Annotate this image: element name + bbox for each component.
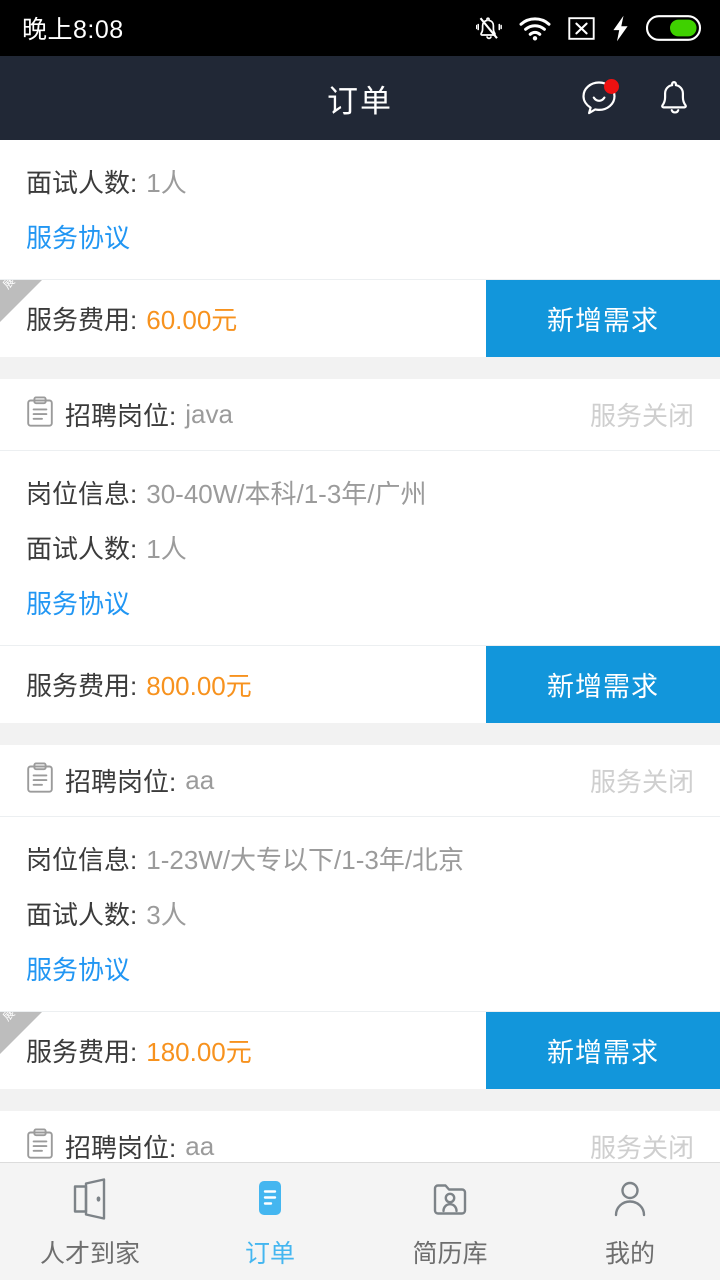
fee-value: 180.00元 [146,1037,252,1067]
position-value: aa [185,765,215,795]
app-header: 订单 [0,56,720,140]
fee-label: 服务费用: [26,305,138,335]
job-info-label: 岗位信息: [26,479,138,509]
fee-value: 60.00元 [146,305,238,335]
section-gap [0,723,720,745]
chat-badge-dot [604,79,619,94]
status-icon-group [476,14,702,42]
section-gap [0,357,720,379]
fee-display: 服务费用: 60.00元 [0,280,486,357]
interview-count-value: 1人 [146,168,187,198]
fee-bar: 展 服务费用: 180.00元 新增需求 [0,1011,720,1089]
position-label: 招聘岗位: [65,401,177,431]
tab-label: 订单 [244,1239,295,1268]
tab-orders[interactable]: 订单 [180,1163,360,1280]
interview-count-row: 面试人数: 1人 [26,520,694,575]
fee-bar: 服务费用: 800.00元 新增需求 [0,645,720,723]
order-header-row[interactable]: 招聘岗位: java 服务关闭 [0,379,720,451]
tab-talent-home[interactable]: 人才到家 [0,1163,180,1280]
bottom-tab-bar: 人才到家 订单 简历库 我的 [0,1162,720,1280]
bell-icon[interactable] [654,77,696,119]
service-agreement-link[interactable]: 服务协议 [26,575,130,635]
interview-count-row: 面试人数: 3人 [26,886,694,941]
order-card: 招聘岗位: aa 服务关闭 岗位信息: 1-23W/大专以下/1-3年/北京 面… [0,745,720,1089]
tab-label: 我的 [604,1239,655,1268]
position-label: 招聘岗位: [65,1133,177,1162]
clipboard-icon [26,396,54,433]
job-info-row: 岗位信息: 30-40W/本科/1-3年/广州 [26,465,694,520]
tab-mine[interactable]: 我的 [540,1163,720,1280]
order-info-block: 岗位信息: 1-23W/大专以下/1-3年/北京 面试人数: 3人 服务协议 [0,817,720,1011]
smiley-chat-icon[interactable] [578,77,620,119]
position-value: java [185,399,233,429]
interview-count-value: 3人 [146,900,187,930]
add-requirement-button[interactable]: 新增需求 [486,646,720,723]
fee-value: 800.00元 [146,671,252,701]
position-label: 招聘岗位: [65,767,177,797]
add-requirement-button[interactable]: 新增需求 [486,1012,720,1089]
order-card: 招聘岗位: java 服务关闭 岗位信息: 30-40W/本科/1-3年/广州 … [0,379,720,723]
order-header-row[interactable]: 招聘岗位: aa 服务关闭 [0,745,720,817]
header-actions [578,77,696,119]
service-agreement-link[interactable]: 服务协议 [26,209,130,269]
order-info-block: 面试人数: 1人 服务协议 [0,140,720,279]
position-value: aa [185,1131,215,1161]
service-agreement-link[interactable]: 服务协议 [26,941,130,1001]
fee-display: 服务费用: 180.00元 [0,1012,486,1089]
section-gap [0,1089,720,1111]
person-icon [606,1174,654,1224]
order-info-block: 岗位信息: 30-40W/本科/1-3年/广州 面试人数: 1人 服务协议 [0,451,720,645]
fee-label: 服务费用: [26,671,138,701]
battery-icon [646,15,702,41]
order-header-row[interactable]: 招聘岗位: aa 服务关闭 [0,1111,720,1162]
resume-folder-icon [426,1174,474,1224]
app-root: 晚上8:08 订单 面试人数: 1人 服务协议 展 服务费用: 60.00元 新… [0,0,720,1280]
order-list[interactable]: 面试人数: 1人 服务协议 展 服务费用: 60.00元 新增需求 招聘岗位: … [0,140,720,1162]
status-time: 晚上8:08 [22,16,124,44]
status-bar: 晚上8:08 [0,0,720,56]
service-status: 服务关闭 [589,401,694,431]
sim-x-icon [568,16,595,41]
clipboard-icon [26,1128,54,1162]
interview-count-row: 面试人数: 1人 [26,154,694,209]
add-requirement-button[interactable]: 新增需求 [486,280,720,357]
mute-bell-icon [476,14,502,42]
service-status: 服务关闭 [589,767,694,797]
interview-count-label: 面试人数: [26,534,138,564]
order-card: 面试人数: 1人 服务协议 展 服务费用: 60.00元 新增需求 [0,140,720,357]
tab-label: 人才到家 [39,1239,140,1268]
service-status: 服务关闭 [589,1133,694,1162]
clipboard-icon [26,762,54,799]
tab-label: 简历库 [412,1239,488,1268]
tab-resume-library[interactable]: 简历库 [360,1163,540,1280]
fee-bar: 展 服务费用: 60.00元 新增需求 [0,279,720,357]
job-info-row: 岗位信息: 1-23W/大专以下/1-3年/北京 [26,831,694,886]
job-info-value: 30-40W/本科/1-3年/广州 [146,479,427,509]
job-info-value: 1-23W/大专以下/1-3年/北京 [146,845,465,875]
interview-count-label: 面试人数: [26,168,138,198]
fee-display: 服务费用: 800.00元 [0,646,486,723]
open-door-icon [66,1174,114,1224]
job-info-label: 岗位信息: [26,845,138,875]
interview-count-value: 1人 [146,534,187,564]
charging-bolt-icon [612,15,629,42]
order-document-icon [246,1174,294,1224]
interview-count-label: 面试人数: [26,900,138,930]
wifi-icon [519,16,551,41]
order-card: 招聘岗位: aa 服务关闭 [0,1111,720,1162]
fee-label: 服务费用: [26,1037,138,1067]
